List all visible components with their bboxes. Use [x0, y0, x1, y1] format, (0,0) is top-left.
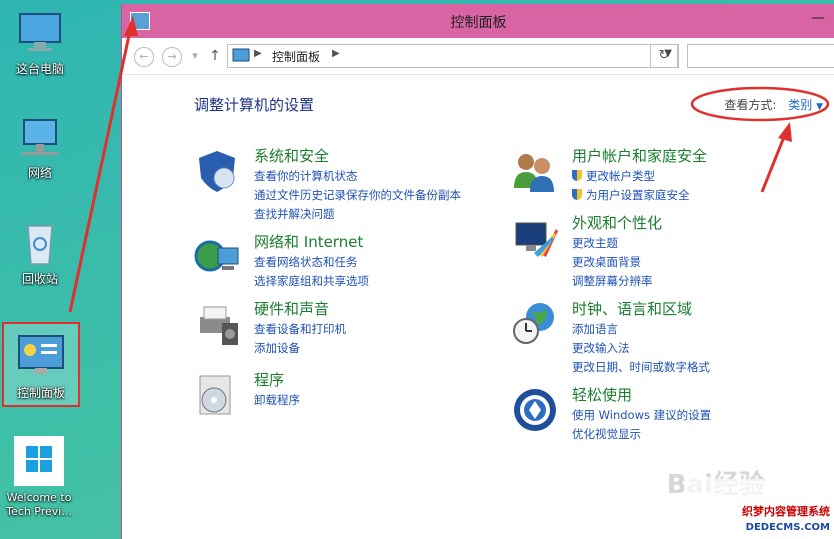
- desktop-icon-recycle-bin[interactable]: 回收站: [4, 218, 76, 287]
- category-link[interactable]: 更改输入法: [572, 339, 710, 358]
- title-bar[interactable]: 控制面板 —: [122, 4, 834, 38]
- printer-icon[interactable]: [194, 301, 240, 347]
- back-button[interactable]: ←: [134, 47, 154, 67]
- category-link[interactable]: 添加语言: [572, 320, 710, 339]
- category-link[interactable]: 查看设备和打印机: [254, 320, 346, 339]
- window-title: 控制面板: [450, 15, 507, 31]
- category-link[interactable]: 查看网络状态和任务: [254, 253, 369, 272]
- category-title[interactable]: 系统和安全: [254, 146, 461, 166]
- recent-dropdown-icon[interactable]: ▾: [186, 47, 204, 65]
- category-link[interactable]: 添加设备: [254, 339, 346, 358]
- recycle-bin-icon: [16, 218, 64, 266]
- uac-shield-icon: [572, 189, 582, 200]
- desktop-icon-control-panel[interactable]: 控制面板: [2, 322, 80, 407]
- category-title[interactable]: 网络和 Internet: [254, 232, 369, 252]
- watermark-site: 织梦内容管理系统: [742, 505, 830, 518]
- view-by[interactable]: 查看方式: 类别 ▼: [724, 96, 823, 113]
- desktop-icon-label: Welcome to Tech Previ...: [6, 491, 72, 518]
- category-link[interactable]: 卸载程序: [254, 391, 300, 410]
- watermark-box: 织梦内容管理系统 DEDECMS.COM: [684, 479, 834, 539]
- computer-icon: [16, 8, 64, 56]
- chevron-right-icon[interactable]: ▶: [332, 48, 340, 59]
- category-link[interactable]: 通过文件历史记录保存你的文件备份副本: [254, 186, 461, 205]
- forward-button[interactable]: →: [162, 47, 182, 67]
- category-link[interactable]: 调整屏幕分辨率: [572, 272, 662, 291]
- control-panel-window: 控制面板 — ← → ▾ ↑ ▶ 控制面板 ▶ ▼ ↻ 调整计算机的设置 查看方…: [121, 4, 834, 539]
- desktop-icon-label: 网络: [27, 166, 52, 180]
- desktop-icon-label: 回收站: [21, 272, 58, 286]
- desktop-icon-label: 控制面板: [16, 386, 65, 400]
- programs-icon[interactable]: [194, 372, 240, 418]
- category-link[interactable]: 查找并解决问题: [254, 205, 461, 224]
- ease-of-access-icon[interactable]: [512, 387, 558, 433]
- category-title[interactable]: 硬件和声音: [254, 299, 346, 319]
- category-link[interactable]: 更改帐户类型: [572, 167, 707, 186]
- view-by-select[interactable]: 类别: [788, 98, 812, 112]
- chevron-right-icon[interactable]: ▶: [254, 48, 262, 59]
- category-link[interactable]: 使用 Windows 建议的设置: [572, 406, 711, 425]
- category-link[interactable]: 更改主题: [572, 234, 662, 253]
- minimize-icon[interactable]: —: [811, 10, 825, 26]
- view-by-label: 查看方式:: [724, 98, 777, 112]
- category-title[interactable]: 时钟、语言和区域: [572, 299, 710, 319]
- windows-logo-icon: [14, 436, 64, 486]
- category-title[interactable]: 外观和个性化: [572, 213, 662, 233]
- watermark-url: DEDECMS.COM: [745, 522, 830, 533]
- navigation-bar: ← → ▾ ↑ ▶ 控制面板 ▶ ▼ ↻: [122, 38, 834, 75]
- security-shield-icon[interactable]: [194, 148, 240, 194]
- users-icon[interactable]: [512, 148, 558, 194]
- category-link[interactable]: 选择家庭组和共享选项: [254, 272, 369, 291]
- category-link[interactable]: 查看你的计算机状态: [254, 167, 461, 186]
- network-globe-icon[interactable]: [194, 234, 240, 280]
- desktop-icon-network[interactable]: 网络: [4, 112, 76, 181]
- control-panel-icon: [17, 332, 65, 380]
- refresh-button[interactable]: ↻: [650, 44, 678, 68]
- control-panel-icon: [232, 48, 250, 62]
- network-icon: [16, 112, 64, 160]
- category-link[interactable]: 更改桌面背景: [572, 253, 662, 272]
- category-title[interactable]: 程序: [254, 370, 300, 390]
- desktop-icon-computer[interactable]: 这台电脑: [4, 8, 76, 77]
- category-title[interactable]: 用户帐户和家庭安全: [572, 146, 707, 166]
- chevron-down-icon[interactable]: ▼: [816, 102, 823, 112]
- clock-globe-icon[interactable]: [512, 301, 558, 347]
- category-title[interactable]: 轻松使用: [572, 385, 711, 405]
- page-title: 调整计算机的设置: [194, 96, 315, 114]
- uac-shield-icon: [572, 170, 582, 181]
- category-link[interactable]: 优化视觉显示: [572, 425, 711, 444]
- category-link[interactable]: 为用户设置家庭安全: [572, 186, 707, 205]
- search-input[interactable]: [687, 44, 834, 68]
- appearance-icon[interactable]: [512, 215, 558, 261]
- address-bar[interactable]: ▶ 控制面板 ▶ ▼: [227, 44, 679, 68]
- breadcrumb[interactable]: 控制面板: [272, 48, 320, 65]
- category-link[interactable]: 更改日期、时间或数字格式: [572, 358, 710, 377]
- desktop-icon-welcome[interactable]: Welcome to Tech Previ...: [0, 436, 78, 518]
- up-button[interactable]: ↑: [206, 47, 224, 65]
- desktop-icon-label: 这台电脑: [15, 62, 64, 76]
